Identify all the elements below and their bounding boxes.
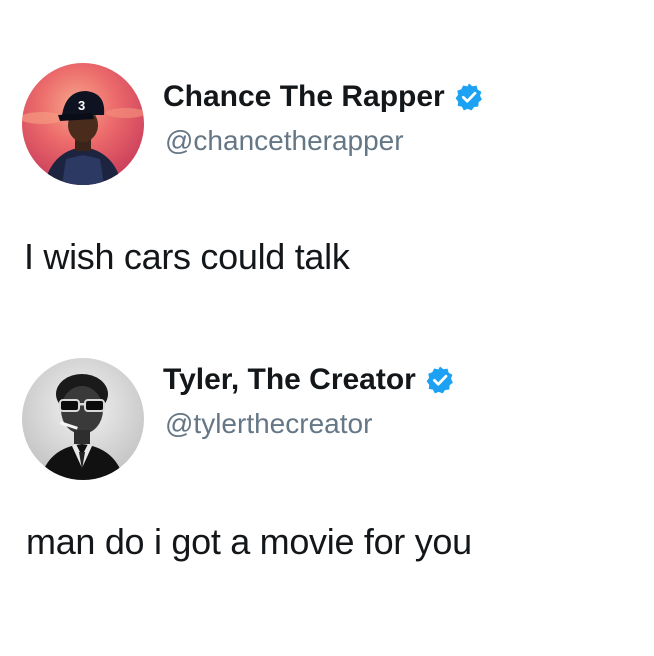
tweet-chance: 3 Chance The Rapper @chancetherapper I w…: [0, 0, 654, 320]
handle[interactable]: @tylerthecreator: [165, 407, 372, 441]
display-name[interactable]: Tyler, The Creator: [163, 362, 416, 398]
verified-badge-icon: [455, 83, 482, 111]
avatar-chance[interactable]: 3: [22, 63, 144, 185]
handle[interactable]: @chancetherapper: [165, 124, 404, 158]
avatar-tyler[interactable]: [22, 358, 144, 480]
tyler-the-creator-avatar-icon: [22, 358, 144, 480]
tweet-text: I wish cars could talk: [24, 236, 350, 277]
name-row: Tyler, The Creator: [163, 362, 455, 398]
tweet-text: man do i got a movie for you: [26, 521, 472, 562]
chance-the-rapper-avatar-icon: 3: [22, 63, 144, 185]
verified-badge-icon: [426, 366, 453, 394]
tweet-tyler: Tyler, The Creator @tylerthecreator man …: [0, 320, 654, 656]
display-name[interactable]: Chance The Rapper: [163, 79, 445, 115]
name-row: Chance The Rapper: [163, 79, 484, 115]
cap-number: 3: [78, 98, 85, 113]
